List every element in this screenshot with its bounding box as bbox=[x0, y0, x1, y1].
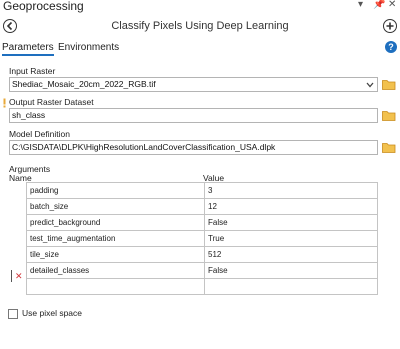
close-icon[interactable]: ✕ bbox=[388, 0, 396, 10]
model-definition-label: Model Definition bbox=[9, 129, 70, 139]
arg-name: padding bbox=[26, 182, 205, 199]
output-raster-value: sh_class bbox=[12, 110, 46, 120]
warning-icon bbox=[3, 98, 6, 108]
menu-icon[interactable]: ▾ bbox=[358, 0, 363, 10]
output-raster-input[interactable]: sh_class bbox=[9, 108, 378, 123]
folder-icon[interactable] bbox=[382, 110, 396, 121]
table-row: test_time_augmentation True bbox=[26, 230, 378, 247]
folder-icon[interactable] bbox=[382, 79, 396, 90]
tool-header: Classify Pixels Using Deep Learning bbox=[0, 14, 400, 38]
arg-name: tile_size bbox=[26, 246, 205, 263]
tool-title: Classify Pixels Using Deep Learning bbox=[111, 20, 289, 32]
table-row: predict_background False bbox=[26, 214, 378, 231]
arg-value-input[interactable]: 12 bbox=[204, 198, 378, 215]
use-pixel-space-label: Use pixel space bbox=[22, 308, 83, 318]
arg-value-input[interactable]: 3 bbox=[204, 182, 378, 199]
tab-parameters[interactable]: Parameters bbox=[2, 42, 54, 56]
table-row: batch_size 12 bbox=[26, 198, 378, 215]
row-drag-handle[interactable] bbox=[11, 270, 12, 282]
tab-environments[interactable]: Environments bbox=[58, 42, 119, 53]
arg-name: predict_background bbox=[26, 214, 205, 231]
arg-value-input[interactable]: 512 bbox=[204, 246, 378, 263]
delete-icon[interactable]: ✕ bbox=[15, 271, 23, 282]
table-row bbox=[26, 278, 378, 295]
use-pixel-space-checkbox[interactable] bbox=[8, 309, 18, 319]
table-row: tile_size 512 bbox=[26, 246, 378, 263]
input-raster-label: Input Raster bbox=[9, 66, 56, 76]
arg-value-input[interactable]: False bbox=[204, 214, 378, 231]
arg-name: test_time_augmentation bbox=[26, 230, 205, 247]
folder-icon[interactable] bbox=[382, 142, 396, 153]
arg-name-input[interactable] bbox=[26, 278, 205, 295]
help-icon[interactable]: ? bbox=[385, 41, 397, 53]
output-raster-label: Output Raster Dataset bbox=[9, 97, 94, 107]
input-raster-value: Shediac_Mosaic_20cm_2022_RGB.tif bbox=[12, 79, 156, 89]
chevron-down-icon[interactable] bbox=[366, 82, 374, 88]
arg-value-input[interactable] bbox=[204, 278, 378, 295]
pin-icon[interactable]: 📌 bbox=[373, 0, 385, 10]
arguments-table: padding 3 batch_size 12 predict_background… bbox=[26, 182, 378, 295]
table-row: padding 3 bbox=[26, 182, 378, 199]
arg-value-input[interactable]: True bbox=[204, 230, 378, 247]
arg-value-input[interactable]: False bbox=[204, 262, 378, 279]
input-raster-dropdown[interactable]: Shediac_Mosaic_20cm_2022_RGB.tif bbox=[9, 77, 378, 92]
model-definition-value: C:\GISDATA\DLPK\HighResolutionLandCoverC… bbox=[12, 142, 276, 152]
arg-name: batch_size bbox=[26, 198, 205, 215]
title-bar: Geoprocessing ▾ 📌 ✕ bbox=[0, 0, 400, 14]
tab-bar: Parameters Environments ? bbox=[0, 40, 400, 56]
model-definition-input[interactable]: C:\GISDATA\DLPK\HighResolutionLandCoverC… bbox=[9, 140, 378, 155]
window-title: Geoprocessing bbox=[3, 0, 84, 13]
arg-name: detailed_classes bbox=[26, 262, 205, 279]
table-row: detailed_classes False bbox=[26, 262, 378, 279]
add-icon[interactable] bbox=[383, 19, 397, 33]
